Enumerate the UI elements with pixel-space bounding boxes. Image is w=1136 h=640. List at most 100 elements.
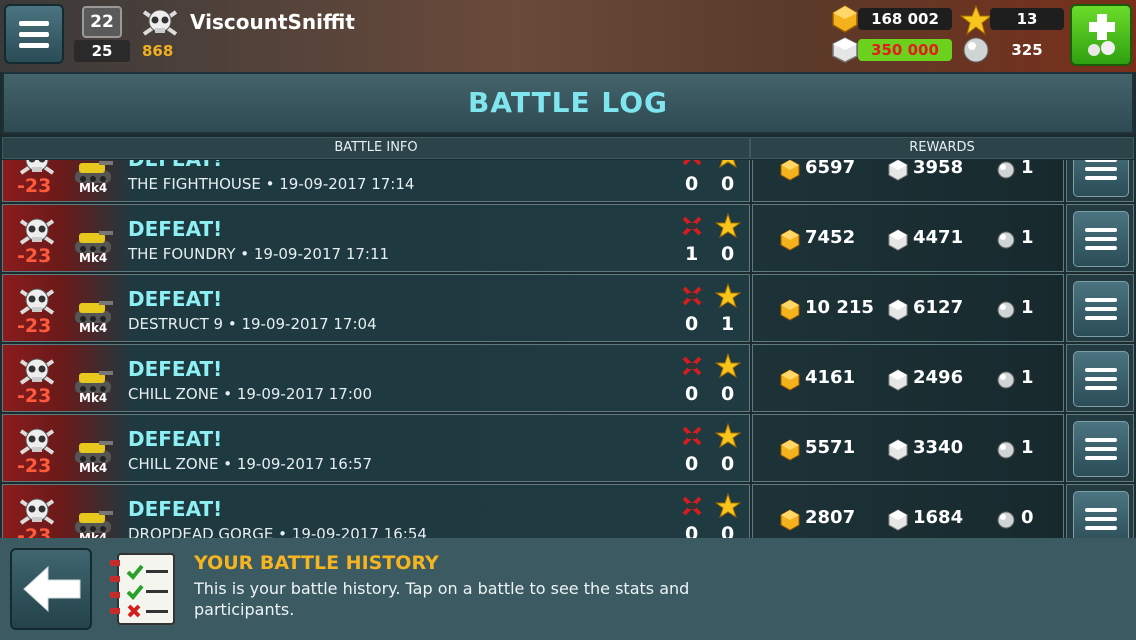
- battle-details-button[interactable]: [1073, 281, 1129, 337]
- skull-icon: [19, 218, 55, 245]
- kill-icon: [682, 496, 702, 516]
- skull-icon: [19, 288, 55, 315]
- silver-cube-icon: [888, 229, 908, 251]
- kill-icon: [682, 216, 702, 236]
- gold-reward: 4161: [805, 367, 856, 388]
- battle-info-cell[interactable]: -23 Mk4 DEFEAT! CHILL ZONE • 19-09-2017 …: [2, 344, 750, 412]
- rank-badge[interactable]: 22: [82, 6, 122, 38]
- main-menu-button[interactable]: [4, 4, 64, 64]
- battle-map-date: DESTRUCT 9 • 19-09-2017 17:04: [128, 315, 377, 333]
- battle-details-cell: [1066, 160, 1134, 202]
- skull-medal-icon: [142, 9, 178, 36]
- rewards-cell: 6597 3958 1: [752, 160, 1064, 202]
- battle-map-date: CHILL ZONE • 19-09-2017 17:00: [128, 385, 372, 403]
- battle-info-cell[interactable]: -23 Mk4 DEFEAT! DESTRUCT 9 • 19-09-2017 …: [2, 274, 750, 342]
- skull-icon: [19, 498, 55, 525]
- kill-count: 0: [685, 523, 699, 538]
- orb-reward: 1: [1021, 227, 1034, 248]
- star-icon: [715, 493, 741, 519]
- top-bar: 22 25 868 ViscountSniffit 168 002 350 00…: [0, 0, 1136, 72]
- rank-change: -23: [17, 385, 52, 407]
- silver-amount: 350 000: [858, 39, 952, 61]
- skull-icon: [19, 428, 55, 455]
- battle-details-button[interactable]: [1073, 211, 1129, 267]
- rewards-cell: 7452 4471 1: [752, 204, 1064, 272]
- battle-details-button[interactable]: [1073, 351, 1129, 407]
- battle-info-cell[interactable]: -23 Mk4 DEFEAT! DROPDEAD GORGE • 19-09-2…: [2, 484, 750, 538]
- silver-reward: 4471: [913, 227, 964, 248]
- gold-reward: 7452: [805, 227, 856, 248]
- gold-crystal-icon: [832, 5, 858, 33]
- rank-change: -23: [17, 175, 52, 197]
- battle-info-cell[interactable]: -23 Mk4 DEFEAT! CHILL ZONE • 19-09-2017 …: [2, 414, 750, 482]
- player-name[interactable]: ViscountSniffit: [190, 10, 355, 34]
- rank-change: -23: [17, 315, 52, 337]
- battle-details-button[interactable]: [1073, 421, 1129, 477]
- battle-details-button[interactable]: [1073, 491, 1129, 538]
- rank-progress: 25: [74, 40, 130, 62]
- rewards-cell: 4161 2496 1: [752, 344, 1064, 412]
- orb-icon: [997, 441, 1015, 459]
- orb-icon: [997, 231, 1015, 249]
- battle-map-date: THE FOUNDRY • 19-09-2017 17:11: [128, 245, 390, 263]
- orb-reward: 1: [1021, 367, 1034, 388]
- orb-amount: 325: [1011, 41, 1043, 59]
- orb-reward: 1: [1021, 160, 1034, 178]
- gold-crystal-icon: [780, 439, 800, 461]
- kill-icon: [682, 160, 702, 166]
- gold-reward: 6597: [805, 160, 856, 178]
- battle-map-date: THE FIGHTHOUSE • 19-09-2017 17:14: [128, 175, 415, 193]
- battle-details-button[interactable]: [1073, 160, 1129, 197]
- battle-row[interactable]: -23 Mk4 DEFEAT! THE FIGHTHOUSE • 19-09-2…: [2, 160, 1134, 202]
- battle-list[interactable]: -23 Mk4 DEFEAT! THE FIGHTHOUSE • 19-09-2…: [2, 160, 1134, 538]
- tip-title: YOUR BATTLE HISTORY: [194, 552, 439, 574]
- battle-result: DEFEAT!: [128, 357, 223, 381]
- tank-tier: Mk4: [79, 251, 108, 265]
- skull-icon: [19, 358, 55, 385]
- battle-row[interactable]: -23 Mk4 DEFEAT! DROPDEAD GORGE • 19-09-2…: [2, 484, 1134, 538]
- battle-info-cell[interactable]: -23 Mk4 DEFEAT! THE FOUNDRY • 19-09-2017…: [2, 204, 750, 272]
- column-header-rewards: REWARDS: [750, 137, 1134, 159]
- battle-details-cell: [1066, 274, 1134, 342]
- rewards-cell: 10 215 6127 1: [752, 274, 1064, 342]
- battle-result: DEFEAT!: [128, 497, 223, 521]
- kill-count: 0: [685, 173, 699, 195]
- star-icon: [715, 283, 741, 309]
- gold-crystal-icon: [780, 369, 800, 391]
- battle-row[interactable]: -23 Mk4 DEFEAT! DESTRUCT 9 • 19-09-2017 …: [2, 274, 1134, 342]
- silver-cube-icon: [888, 160, 908, 181]
- battle-map-date: CHILL ZONE • 19-09-2017 16:57: [128, 455, 372, 473]
- star-count: 1: [721, 313, 735, 335]
- orb-reward: 1: [1021, 437, 1034, 458]
- kill-count: 0: [685, 383, 699, 405]
- silver-reward: 3958: [913, 160, 964, 178]
- battle-info-cell[interactable]: -23 Mk4 DEFEAT! THE FIGHTHOUSE • 19-09-2…: [2, 160, 750, 202]
- battle-details-cell: [1066, 414, 1134, 482]
- kill-icon: [682, 356, 702, 376]
- gold-crystal-icon: [780, 299, 800, 321]
- hamburger-icon: [1085, 508, 1117, 512]
- hamburger-icon: [1085, 368, 1117, 372]
- add-currency-icon: [1088, 14, 1115, 56]
- star-amount: 13: [990, 8, 1064, 30]
- back-button[interactable]: [10, 548, 92, 630]
- gold-amount: 168 002: [858, 8, 952, 30]
- gold-crystal-icon: [780, 160, 800, 181]
- battle-result: DEFEAT!: [128, 217, 223, 241]
- silver-cube-icon: [832, 37, 858, 63]
- star-icon: [715, 423, 741, 449]
- orb-reward: 0: [1021, 507, 1034, 528]
- add-currency-button[interactable]: [1070, 4, 1132, 66]
- battle-row[interactable]: -23 Mk4 DEFEAT! CHILL ZONE • 19-09-2017 …: [2, 414, 1134, 482]
- hamburger-icon: [1085, 298, 1117, 302]
- checklist-icon: [110, 553, 175, 625]
- silver-reward: 1684: [913, 507, 964, 528]
- battle-row[interactable]: -23 Mk4 DEFEAT! THE FOUNDRY • 19-09-2017…: [2, 204, 1134, 272]
- battle-details-cell: [1066, 344, 1134, 412]
- orb-reward: 1: [1021, 297, 1034, 318]
- battle-row[interactable]: -23 Mk4 DEFEAT! CHILL ZONE • 19-09-2017 …: [2, 344, 1134, 412]
- orb-icon: [963, 37, 989, 63]
- star-count: 0: [721, 383, 735, 405]
- rewards-cell: 2807 1684 0: [752, 484, 1064, 538]
- silver-cube-icon: [888, 369, 908, 391]
